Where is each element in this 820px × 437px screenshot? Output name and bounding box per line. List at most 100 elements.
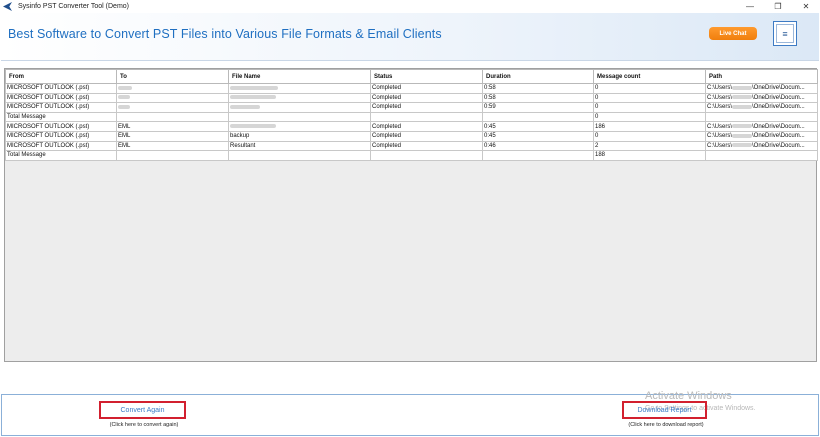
cell-path [705, 150, 818, 161]
download-report-hint: (Click here to download report) [628, 422, 704, 428]
cell-status [370, 111, 483, 123]
path-suffix: \OneDrive\Docum... [752, 123, 805, 130]
cell-to [116, 150, 229, 161]
app-window: Sysinfo PST Converter Tool (Demo) — ❐ ✕ … [0, 0, 820, 437]
column-header-from[interactable]: From [5, 69, 117, 84]
table-row[interactable]: MICROSOFT OUTLOOK (.pst) Completed 0:58 … [5, 92, 818, 104]
cell-to [116, 83, 229, 94]
cell-message-count: 186 [593, 121, 706, 132]
close-icon[interactable]: ✕ [792, 0, 820, 13]
table-row[interactable]: MICROSOFT OUTLOOK (.pst) Completed 0:58 … [5, 83, 818, 94]
table-row[interactable]: MICROSOFT OUTLOOK (.pst) EML Resultant C… [5, 140, 818, 152]
cell-from: MICROSOFT OUTLOOK (.pst) [5, 83, 117, 94]
total-row[interactable]: Total Message 188 [5, 150, 818, 161]
restore-icon[interactable]: ❐ [764, 0, 792, 13]
path-prefix: C:\Users\ [707, 142, 733, 149]
cell-path: C:\Users\ \OneDrive\Docum... [705, 92, 818, 104]
app-logo-icon [3, 2, 12, 11]
path-suffix: \OneDrive\Docum... [752, 133, 805, 140]
path-suffix: \OneDrive\Docum... [752, 142, 805, 149]
cell-to [116, 111, 229, 123]
cell-to: EML [116, 130, 229, 142]
convert-again-button[interactable]: Convert Again [99, 401, 186, 419]
window-title: Sysinfo PST Converter Tool (Demo) [18, 3, 130, 10]
cell-status: Completed [370, 130, 483, 142]
table-row[interactable]: MICROSOFT OUTLOOK (.pst) EML backup Comp… [5, 130, 818, 142]
redacted-text [230, 124, 276, 129]
table-header-row: From To File Name Status Duration Messag… [5, 69, 818, 84]
cell-status: Completed [370, 121, 483, 132]
cell-duration: 0:45 [482, 121, 594, 132]
cell-to: EML [116, 121, 229, 132]
cell-file-name: Resultant [228, 140, 371, 152]
column-header-path[interactable]: Path [705, 69, 818, 84]
column-header-status[interactable]: Status [370, 69, 483, 84]
convert-again-hint: (Click here to convert again) [109, 422, 179, 428]
path-prefix: C:\Users\ [707, 133, 733, 140]
table-row[interactable]: MICROSOFT OUTLOOK (.pst) Completed 0:59 … [5, 102, 818, 113]
cell-message-count: 0 [593, 130, 706, 142]
window-controls: — ❐ ✕ [736, 0, 820, 13]
cell-status: Completed [370, 102, 483, 113]
path-suffix: \OneDrive\Docum... [752, 94, 805, 101]
column-header-to[interactable]: To [116, 69, 229, 84]
cell-to: EML [116, 140, 229, 152]
footer-actions: Convert Again (Click here to convert aga… [1, 390, 819, 436]
cell-message-count: 188 [593, 150, 706, 161]
total-row[interactable]: Total Message 0 [5, 111, 818, 123]
redacted-text [732, 124, 753, 129]
table-row[interactable]: MICROSOFT OUTLOOK (.pst) EML Completed 0… [5, 121, 818, 132]
cell-path: C:\Users\ \OneDrive\Docum... [705, 121, 818, 132]
redacted-text [118, 85, 132, 90]
cell-message-count: 0 [593, 102, 706, 113]
cell-path: C:\Users\ \OneDrive\Docum... [705, 102, 818, 113]
redacted-text [230, 95, 276, 100]
cell-duration [482, 111, 594, 123]
cell-from: MICROSOFT OUTLOOK (.pst) [5, 92, 117, 104]
cell-message-count: 0 [593, 83, 706, 94]
cell-to [116, 102, 229, 113]
redacted-text [732, 95, 753, 100]
cell-from: MICROSOFT OUTLOOK (.pst) [5, 140, 117, 152]
download-report-button[interactable]: Download Report [622, 401, 707, 419]
cell-duration: 0:58 [482, 83, 594, 94]
cell-status [370, 150, 483, 161]
redacted-text [732, 143, 753, 148]
cell-path: C:\Users\ \OneDrive\Docum... [705, 83, 818, 94]
cell-duration: 0:46 [482, 140, 594, 152]
path-prefix: C:\Users\ [707, 85, 733, 92]
cell-to [116, 92, 229, 104]
live-chat-button[interactable]: Live Chat [709, 27, 757, 40]
cell-from: Total Message [5, 150, 117, 161]
cell-message-count: 0 [593, 92, 706, 104]
cell-duration: 0:58 [482, 92, 594, 104]
cell-duration: 0:45 [482, 130, 594, 142]
path-prefix: C:\Users\ [707, 94, 733, 101]
cell-file-name [228, 150, 371, 161]
redacted-text [118, 104, 130, 109]
minimize-icon[interactable]: — [736, 0, 764, 13]
cell-file-name [228, 111, 371, 123]
title-bar: Sysinfo PST Converter Tool (Demo) — ❐ ✕ [0, 0, 820, 13]
redacted-text [118, 95, 130, 100]
cell-from: MICROSOFT OUTLOOK (.pst) [5, 130, 117, 142]
header-banner: Best Software to Convert PST Files into … [1, 13, 819, 61]
path-suffix: \OneDrive\Docum... [752, 85, 805, 92]
convert-again-label: Convert Again [120, 406, 165, 414]
cell-path: C:\Users\ \OneDrive\Docum... [705, 130, 818, 142]
column-header-message-count[interactable]: Message count [593, 69, 706, 84]
cell-duration [482, 150, 594, 161]
cell-path: C:\Users\ \OneDrive\Docum... [705, 140, 818, 152]
results-table: From To File Name Status Duration Messag… [5, 69, 818, 161]
redacted-text [230, 85, 278, 90]
results-grid[interactable]: From To File Name Status Duration Messag… [4, 68, 818, 362]
column-header-file-name[interactable]: File Name [228, 69, 371, 84]
cell-file-name [228, 102, 371, 113]
cell-status: Completed [370, 140, 483, 152]
column-header-duration[interactable]: Duration [482, 69, 594, 84]
cell-from: MICROSOFT OUTLOOK (.pst) [5, 102, 117, 113]
cell-path [705, 111, 818, 123]
cell-duration: 0:59 [482, 102, 594, 113]
redacted-text [230, 104, 260, 109]
menu-button[interactable]: ≡ [773, 21, 797, 46]
